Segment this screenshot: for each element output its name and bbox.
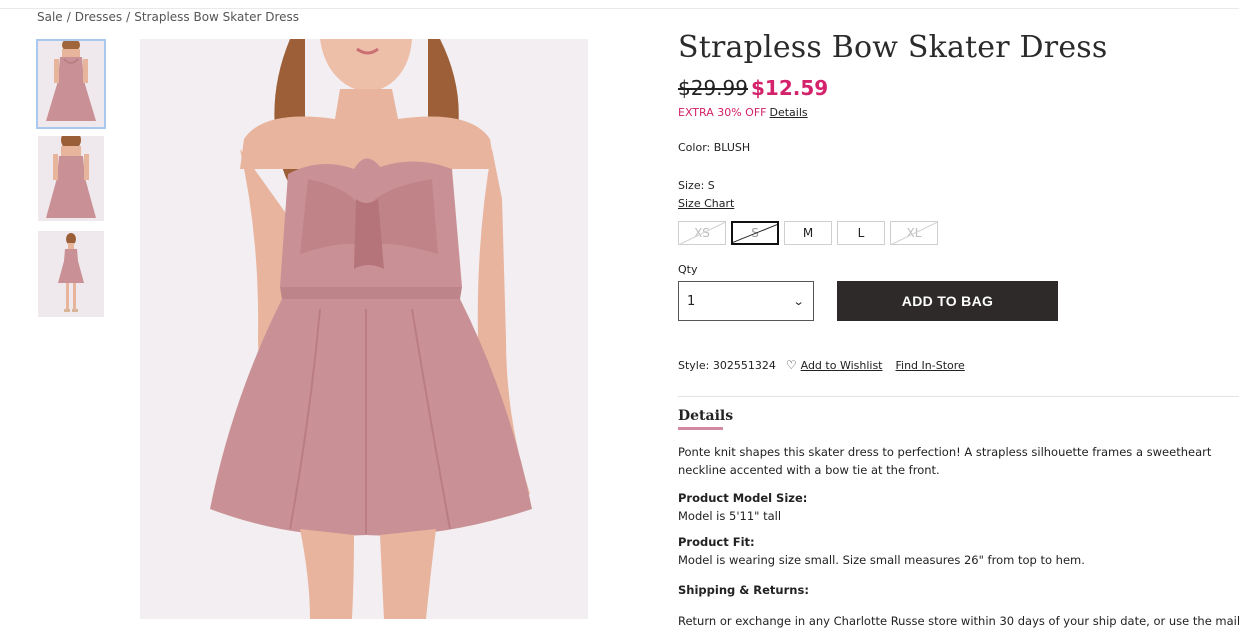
promo-text: EXTRA 30% OFF xyxy=(678,106,767,119)
color-value: BLUSH xyxy=(713,141,751,154)
original-price: $29.99 xyxy=(678,76,748,100)
thumbnail-front[interactable] xyxy=(36,39,106,129)
section-divider xyxy=(678,396,1239,397)
size-option-s[interactable]: S xyxy=(731,221,779,245)
breadcrumb-separator: / xyxy=(126,10,131,24)
size-option-xl[interactable]: XL xyxy=(890,221,938,245)
dress-illustration xyxy=(140,39,588,619)
shipping-returns-text: Return or exchange in any Charlotte Russ… xyxy=(678,614,1239,628)
model-size-text: Model is 5'11" tall xyxy=(678,509,782,523)
model-size-heading: Product Model Size: xyxy=(678,491,808,505)
sale-price: $12.59 xyxy=(750,76,829,100)
qty-select[interactable]: 1 ⌄ xyxy=(678,281,814,321)
dress-back-thumbnail-image xyxy=(38,136,104,221)
promo-details-link[interactable]: Details xyxy=(770,106,808,119)
breadcrumb: Sale / Dresses / Strapless Bow Skater Dress xyxy=(37,10,299,24)
size-option-m[interactable]: M xyxy=(784,221,832,245)
breadcrumb-sale[interactable]: Sale xyxy=(37,10,63,24)
size-selection: Size: S xyxy=(678,179,715,192)
size-value: S xyxy=(707,179,715,192)
breadcrumb-separator: / xyxy=(66,10,71,24)
breadcrumb-dresses[interactable]: Dresses xyxy=(75,10,122,24)
color-label: Color: xyxy=(678,141,711,154)
product-main-image[interactable] xyxy=(140,39,588,619)
size-option-l[interactable]: L xyxy=(837,221,885,245)
product-title: Strapless Bow Skater Dress xyxy=(678,30,1108,65)
details-tab[interactable]: Details xyxy=(678,408,733,424)
dress-front-thumbnail-image xyxy=(38,41,104,127)
shipping-returns-heading: Shipping & Returns: xyxy=(678,583,809,597)
dress-full-thumbnail-image xyxy=(38,231,104,317)
size-chart-link[interactable]: Size Chart xyxy=(678,197,734,210)
thumbnail-back[interactable] xyxy=(38,136,104,221)
size-option-xs[interactable]: XS xyxy=(678,221,726,245)
color-selection: Color: BLUSH xyxy=(678,141,750,154)
qty-value: 1 xyxy=(687,293,696,309)
top-divider xyxy=(0,8,1239,9)
product-fit-heading: Product Fit: xyxy=(678,535,755,549)
add-to-wishlist-link[interactable]: Add to Wishlist xyxy=(801,359,883,372)
promo-message: EXTRA 30% OFF Details xyxy=(678,106,808,119)
find-in-store-link[interactable]: Find In-Store xyxy=(896,359,965,372)
style-label: Style: xyxy=(678,358,710,372)
qty-label: Qty xyxy=(678,263,698,276)
heart-outline-icon[interactable]: ♡ xyxy=(786,358,797,372)
size-label: Size: xyxy=(678,179,705,192)
breadcrumb-current: Strapless Bow Skater Dress xyxy=(134,10,300,24)
style-number: 302551324 xyxy=(712,358,776,372)
details-tab-underline xyxy=(678,427,723,430)
product-description: Ponte knit shapes this skater dress to p… xyxy=(678,445,1212,477)
chevron-down-icon: ⌄ xyxy=(792,294,805,308)
size-options: XS S M L XL xyxy=(678,221,938,245)
price: $29.99 $12.59 xyxy=(678,76,828,100)
add-to-bag-button[interactable]: ADD TO BAG xyxy=(837,281,1058,321)
style-row: Style: 302551324 ♡ Add to Wishlist Find … xyxy=(678,358,965,372)
thumbnail-full-length[interactable] xyxy=(38,231,104,317)
product-fit-text: Model is wearing size small. Size small … xyxy=(678,553,1085,567)
